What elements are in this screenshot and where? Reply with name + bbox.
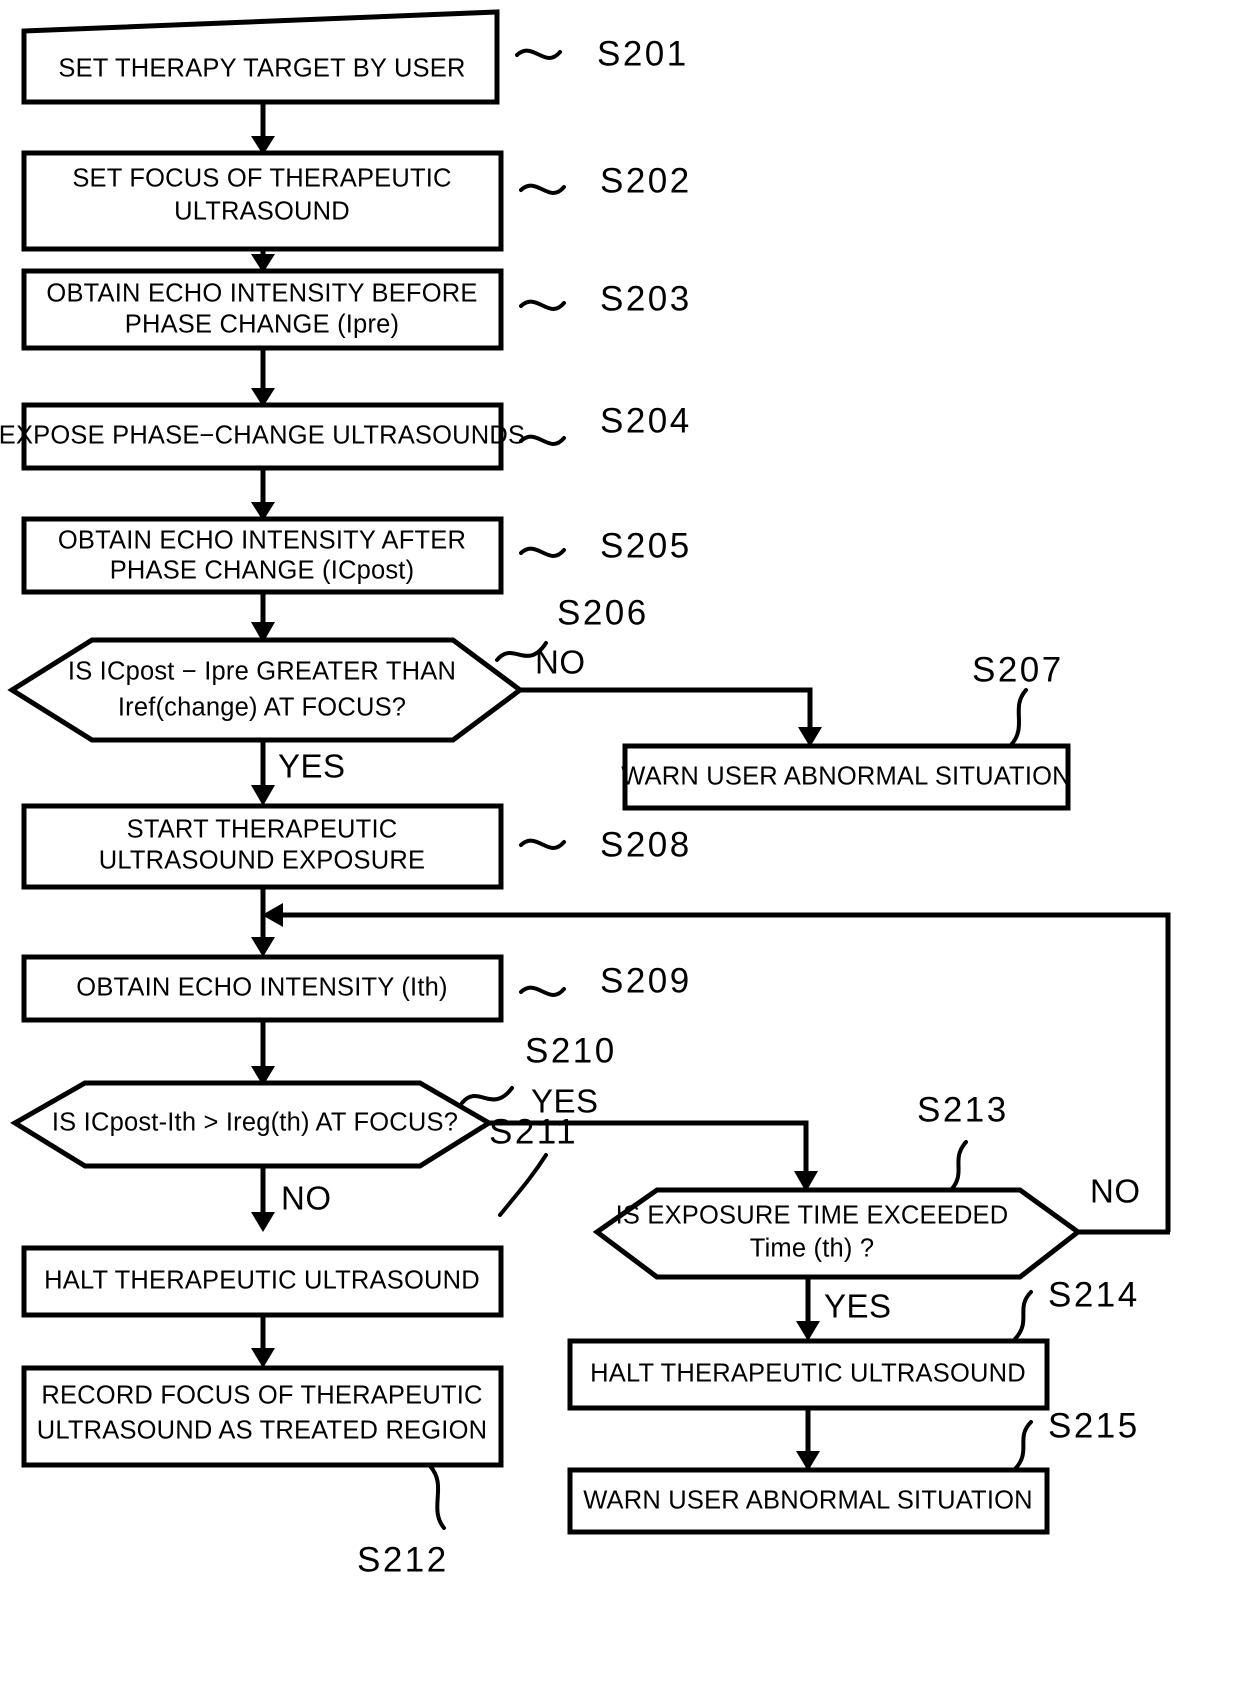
s209-step-id: S209 [600,961,692,1000]
s211-label-line-1: HALT THERAPEUTIC ULTRASOUND [44,1267,480,1295]
s210-leader [460,1086,514,1105]
s205-step-id: S205 [600,526,692,565]
arrow-s209-s210 [251,1020,275,1086]
arrow-s206-yes-s208 [251,740,275,806]
node-s214: HALT THERAPEUTIC ULTRASOUND [567,1338,1050,1411]
s202-leader [519,183,566,195]
s205-label-line-1: OBTAIN ECHO INTENSITY AFTER [58,527,466,555]
s212-step-id: S212 [357,1540,449,1579]
arrow-s211-s212 [251,1315,275,1368]
node-s205: OBTAIN ECHO INTENSITY AFTER PHASE CHANGE… [21,516,504,595]
node-s215: WARN USER ABNORMAL SITUATION [567,1467,1050,1535]
s201-label-line-1: SET THERAPY TARGET BY USER [58,55,465,83]
arrow-s205-s206 [251,592,275,643]
arrow-s201-s202 [251,102,275,155]
s208-label-line-1: START THERAPEUTIC [127,816,398,844]
node-s202: SET FOCUS OF THERAPEUTIC ULTRASOUND [21,150,504,252]
s204-step-id: S204 [600,401,692,440]
s212-label-line-1: RECORD FOCUS OF THERAPEUTIC [41,1382,482,1410]
s201-step-id: S201 [597,34,689,73]
node-s211: HALT THERAPEUTIC ULTRASOUND [21,1245,504,1318]
s208-label-line-2: ULTRASOUND EXPOSURE [99,847,425,875]
s202-label-line-2: ULTRASOUND [174,198,350,226]
s206-label-line-2: Iref(change) AT FOCUS? [118,694,406,722]
arrow-s206-no-s207 [520,687,822,747]
arrow-s213-yes-s214 [796,1277,820,1341]
s209-leader [519,985,566,997]
s211-step-id: S211 [489,1112,578,1151]
s206-no-label: NO [535,644,586,681]
s214-leader [1013,1290,1033,1341]
node-s213: IS EXPOSURE TIME EXCEEDED Time (th) ? [592,1187,1083,1280]
s203-label-line-1: OBTAIN ECHO INTENSITY BEFORE [46,280,477,308]
s210-step-id: S210 [525,1031,617,1070]
s214-label-line-1: HALT THERAPEUTIC ULTRASOUND [590,1360,1026,1388]
s213-yes-label: YES [824,1288,892,1325]
s209-label-line-1: OBTAIN ECHO INTENSITY (Ith) [76,974,447,1002]
s210-no-label: NO [281,1180,332,1217]
node-s212: RECORD FOCUS OF THERAPEUTIC ULTRASOUND A… [21,1365,504,1468]
s207-step-id: S207 [972,650,1064,689]
s212-leader [428,1464,446,1530]
s206-yes-label: YES [278,748,346,785]
node-s201: SET THERAPY TARGET BY USER [21,9,500,105]
arrow-s214-s215 [796,1408,820,1471]
s210-label-line-1: IS ICpost-Ith > Ireg(th) AT FOCUS? [52,1109,458,1137]
s211-leader [498,1153,548,1217]
s213-label-line-1: IS EXPOSURE TIME EXCEEDED [616,1202,1009,1230]
arrow-s210-no-s211 [251,1166,275,1232]
s203-leader [519,299,566,311]
s208-step-id: S208 [600,825,692,864]
node-s206: IS ICpost − Ipre GREATER THAN Iref(chang… [7,637,525,743]
node-s208: START THERAPEUTIC ULTRASOUND EXPOSURE [21,803,504,890]
node-s203: OBTAIN ECHO INTENSITY BEFORE PHASE CHANG… [21,268,504,351]
s215-label-line-1: WARN USER ABNORMAL SITUATION [583,1487,1033,1515]
s213-no-label: NO [1090,1173,1141,1210]
s215-leader [1013,1420,1033,1471]
node-s207: WARN USER ABNORMAL SITUATION [621,743,1071,811]
arrow-s203-s204 [251,348,275,407]
s213-label-line-2: Time (th) ? [750,1235,875,1263]
s203-label-line-2: PHASE CHANGE (Ipre) [125,311,399,339]
s207-leader [1009,688,1028,747]
node-s209: OBTAIN ECHO INTENSITY (Ith) [21,954,504,1023]
arrow-s208-s209 [251,887,275,957]
s202-step-id: S202 [600,161,692,200]
s203-step-id: S203 [600,279,692,318]
s205-label-line-2: PHASE CHANGE (ICpost) [110,557,415,585]
s213-step-id: S213 [917,1090,1009,1129]
s202-label-line-1: SET FOCUS OF THERAPEUTIC [72,165,451,193]
flowchart-canvas: SET THERAPY TARGET BY USER S201 SET FOCU… [0,9,1171,1579]
s206-shape [7,637,525,743]
s208-leader [519,838,566,850]
node-s210: IS ICpost-Ith > Ireg(th) AT FOCUS? [10,1080,494,1169]
loopback-s213-no-to-s209 [262,903,1171,1232]
s201-leader [515,48,562,60]
s205-leader [519,546,566,558]
s206-step-id: S206 [557,593,649,632]
s204-leader [519,434,566,446]
s215-step-id: S215 [1048,1406,1140,1445]
s204-label-line-1: EXPOSE PHASE−CHANGE ULTRASOUNDS [0,422,525,450]
flowchart-figure: SET THERAPY TARGET BY USER S201 SET FOCU… [0,0,1240,1682]
s206-label-line-1: IS ICpost − Ipre GREATER THAN [68,658,456,686]
arrow-s204-s205 [251,468,275,521]
s212-label-line-2: ULTRASOUND AS TREATED REGION [37,1417,488,1445]
s207-label-line-1: WARN USER ABNORMAL SITUATION [621,763,1071,791]
node-s204: EXPOSE PHASE−CHANGE ULTRASOUNDS [0,402,525,471]
s214-step-id: S214 [1048,1275,1140,1314]
s213-leader [949,1140,968,1192]
